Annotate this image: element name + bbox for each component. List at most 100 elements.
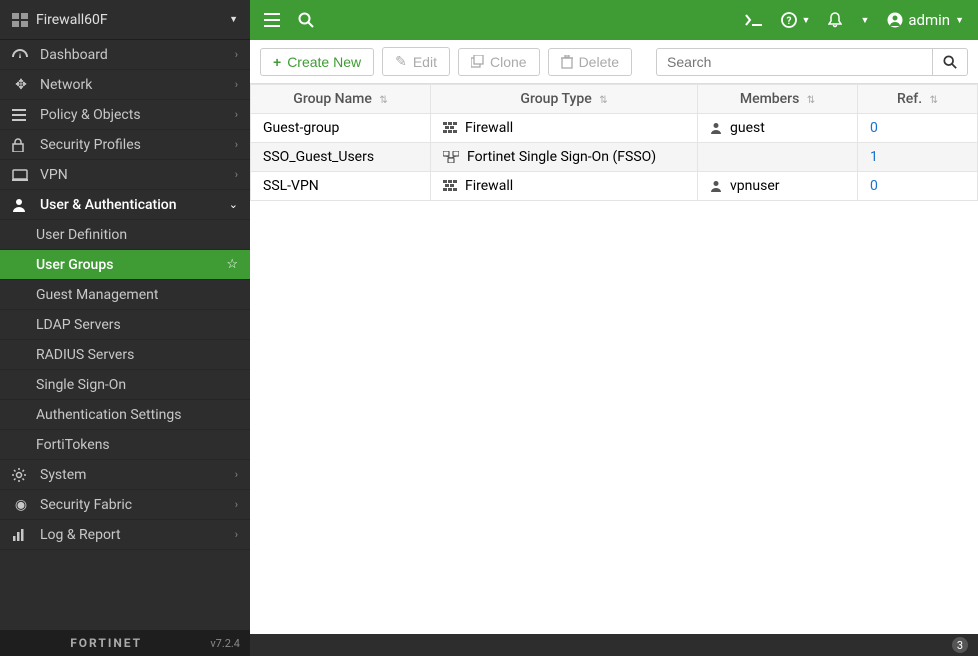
- table-row[interactable]: SSO_Guest_Users Fortinet Single Sign-On (…: [251, 143, 978, 172]
- chart-icon: [12, 529, 30, 541]
- sidebar-sub-radius[interactable]: RADIUS Servers: [0, 340, 250, 370]
- cell-name: SSO_Guest_Users: [251, 143, 431, 172]
- nav-label: VPN: [40, 167, 225, 183]
- search-icon: [943, 55, 957, 69]
- sidebar-item-network[interactable]: ✥ Network ›: [0, 70, 250, 100]
- user-icon: [710, 122, 722, 134]
- sidebar-item-system[interactable]: System ›: [0, 460, 250, 490]
- sidebar-item-user-auth[interactable]: User & Authentication ⌄: [0, 190, 250, 220]
- user-icon: [12, 198, 30, 212]
- nav-sub-label: Single Sign-On: [36, 377, 238, 393]
- user-label: admin: [908, 11, 950, 29]
- count-badge[interactable]: 3: [952, 637, 968, 653]
- sidebar-sub-ldap[interactable]: LDAP Servers: [0, 310, 250, 340]
- button-label: Delete: [579, 54, 619, 70]
- sort-icon: ⇅: [930, 95, 938, 106]
- ref-link[interactable]: 0: [870, 178, 878, 194]
- sidebar-sub-auth-settings[interactable]: Authentication Settings: [0, 400, 250, 430]
- ref-link[interactable]: 1: [870, 149, 878, 165]
- col-members[interactable]: Members ⇅: [698, 85, 858, 114]
- sort-icon: ⇅: [599, 95, 607, 106]
- cell-members: [698, 143, 858, 172]
- sidebar-item-policy[interactable]: Policy & Objects ›: [0, 100, 250, 130]
- create-new-button[interactable]: + Create New: [260, 48, 374, 76]
- star-icon[interactable]: ☆: [226, 257, 238, 272]
- user-menu[interactable]: admin ▼: [887, 11, 964, 29]
- sidebar-sub-user-definition[interactable]: User Definition: [0, 220, 250, 250]
- type-label: Firewall: [465, 178, 513, 194]
- delete-button[interactable]: Delete: [548, 48, 632, 76]
- sidebar: Firewall60F ▼ Dashboard › ✥ Network › Po…: [0, 0, 250, 656]
- version-label: v7.2.4: [210, 637, 240, 650]
- header-label: Members: [740, 91, 799, 107]
- pencil-icon: ✎: [395, 53, 407, 70]
- col-group-type[interactable]: Group Type ⇅: [431, 85, 698, 114]
- sort-icon: ⇅: [807, 95, 815, 106]
- chevron-right-icon: ›: [235, 498, 238, 511]
- nav-sub-label: User Groups: [36, 257, 226, 273]
- network-icon: ✥: [12, 77, 30, 93]
- nav-label: Log & Report: [40, 527, 225, 543]
- user-icon: [710, 180, 722, 192]
- chevron-down-icon: ▼: [955, 15, 964, 26]
- table-row[interactable]: SSL-VPNFirewallvpnuser0: [251, 172, 978, 201]
- search-button[interactable]: [932, 48, 968, 76]
- search-icon[interactable]: [298, 12, 314, 28]
- nav-label: Policy & Objects: [40, 107, 225, 123]
- cell-name: SSL-VPN: [251, 172, 431, 201]
- nav-sub-label: FortiTokens: [36, 437, 238, 453]
- clone-button[interactable]: Clone: [458, 48, 540, 76]
- nav-label: User & Authentication: [40, 197, 219, 213]
- search-input[interactable]: [656, 48, 932, 76]
- header-label: Group Name: [293, 91, 372, 107]
- sidebar-item-security-profiles[interactable]: Security Profiles ›: [0, 130, 250, 160]
- menu-toggle-icon[interactable]: [264, 13, 280, 27]
- trash-icon: [561, 55, 573, 69]
- nav-sub-label: LDAP Servers: [36, 317, 238, 333]
- cell-name: Guest-group: [251, 114, 431, 143]
- nav-list: Dashboard › ✥ Network › Policy & Objects…: [0, 40, 250, 630]
- help-icon[interactable]: ? ▼: [781, 12, 811, 28]
- col-group-name[interactable]: Group Name ⇅: [251, 85, 431, 114]
- cell-members: guest: [698, 114, 858, 143]
- button-label: Create New: [287, 54, 361, 70]
- sidebar-item-vpn[interactable]: VPN ›: [0, 160, 250, 190]
- sidebar-item-dashboard[interactable]: Dashboard ›: [0, 40, 250, 70]
- sidebar-sub-user-groups[interactable]: User Groups ☆: [0, 250, 250, 280]
- button-label: Clone: [490, 54, 527, 70]
- cell-ref: 1: [858, 143, 978, 172]
- type-label: Fortinet Single Sign-On (FSSO): [467, 149, 656, 165]
- sidebar-sub-guest-management[interactable]: Guest Management: [0, 280, 250, 310]
- firewall-icon: [443, 122, 457, 134]
- sidebar-footer: FORTINET v7.2.4: [0, 630, 250, 656]
- sort-icon: ⇅: [379, 95, 387, 106]
- device-selector[interactable]: Firewall60F ▼: [0, 0, 250, 40]
- button-label: Edit: [413, 54, 437, 70]
- ref-link[interactable]: 0: [870, 120, 878, 136]
- chevron-down-icon: ▼: [802, 15, 811, 26]
- cell-ref: 0: [858, 114, 978, 143]
- nav-label: Security Profiles: [40, 137, 225, 153]
- sidebar-sub-fortitokens[interactable]: FortiTokens: [0, 430, 250, 460]
- sidebar-item-security-fabric[interactable]: ◉ Security Fabric ›: [0, 490, 250, 520]
- chevron-right-icon: ›: [235, 108, 238, 121]
- user-groups-table: Group Name ⇅ Group Type ⇅ Members ⇅ Re: [250, 84, 978, 201]
- notification-icon[interactable]: ▼: [828, 12, 869, 28]
- chevron-right-icon: ›: [235, 168, 238, 181]
- cell-ref: 0: [858, 172, 978, 201]
- table-row[interactable]: Guest-groupFirewallguest0: [251, 114, 978, 143]
- policy-icon: [12, 108, 30, 122]
- col-ref[interactable]: Ref. ⇅: [858, 85, 978, 114]
- sidebar-item-log-report[interactable]: Log & Report ›: [0, 520, 250, 550]
- cell-type: Firewall: [431, 172, 698, 201]
- topbar: ? ▼ ▼ admin ▼: [250, 0, 978, 40]
- chevron-right-icon: ›: [235, 78, 238, 91]
- edit-button[interactable]: ✎ Edit: [382, 47, 450, 76]
- firewall-icon: [443, 180, 457, 192]
- svg-text:?: ?: [786, 16, 791, 27]
- sidebar-sub-sso[interactable]: Single Sign-On: [0, 370, 250, 400]
- header-label: Ref.: [897, 91, 922, 107]
- nav-sub-label: Authentication Settings: [36, 407, 238, 423]
- cli-icon[interactable]: [745, 14, 763, 26]
- chevron-right-icon: ›: [235, 468, 238, 481]
